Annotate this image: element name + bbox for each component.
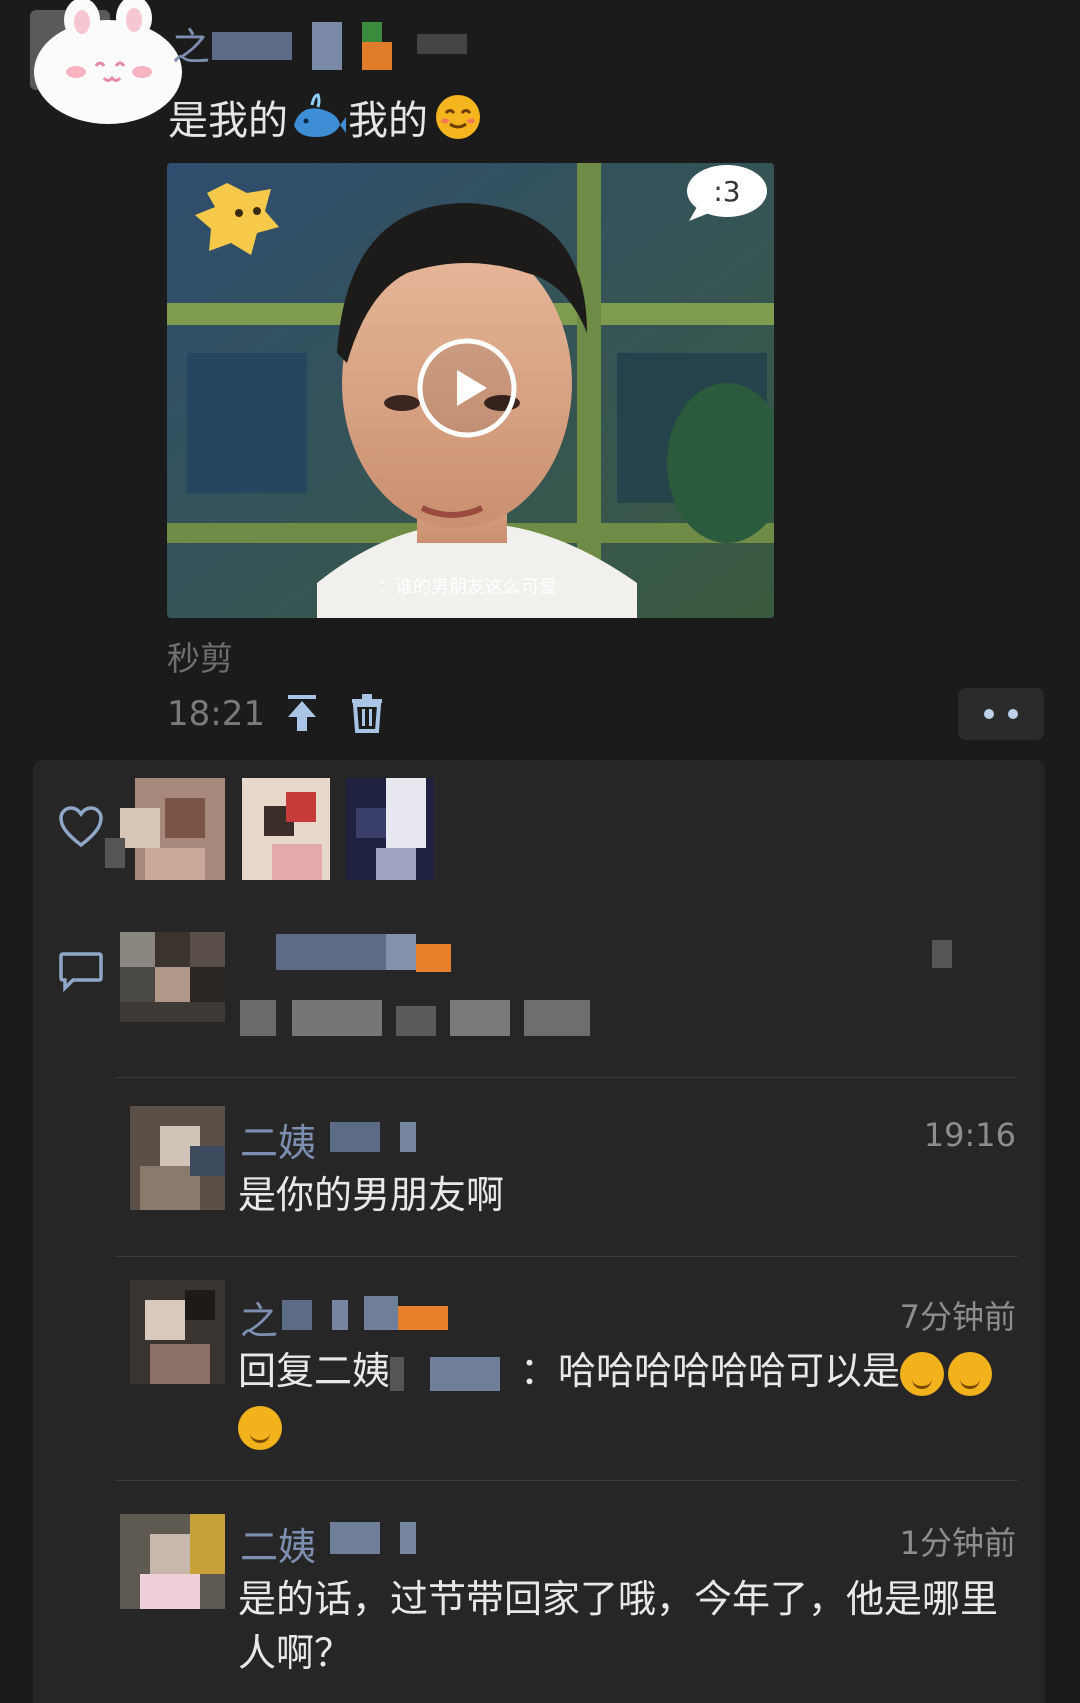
comment-time: 19:16 bbox=[923, 1116, 1016, 1154]
smiling-face-emoji-icon bbox=[430, 91, 486, 143]
speech-bubble-icon bbox=[57, 950, 105, 994]
comment-text[interactable]: 回复二姨 ：哈哈哈哈哈哈可以是 bbox=[238, 1344, 1018, 1452]
liker-avatar[interactable] bbox=[105, 778, 225, 880]
source-label[interactable]: 秒剪 bbox=[167, 632, 233, 680]
thinking-face-emoji-icon bbox=[900, 1351, 945, 1396]
liker-avatar[interactable] bbox=[346, 778, 434, 880]
commenter-avatar[interactable] bbox=[130, 1280, 225, 1384]
liker-avatar[interactable] bbox=[242, 778, 330, 880]
comment-text[interactable]: 是你的男朋友啊 bbox=[238, 1168, 504, 1222]
whale-emoji-icon bbox=[290, 91, 346, 143]
author-name-text: 之 bbox=[172, 25, 211, 69]
comment-time: 1分钟前 bbox=[899, 1524, 1016, 1562]
comment-text[interactable]: 是的话，过节带回家了哦，今年了，他是哪里人啊？ bbox=[238, 1572, 1018, 1680]
post-text-part1: 是我的 bbox=[168, 98, 288, 144]
commenter-name-blurred[interactable] bbox=[276, 934, 451, 972]
divider bbox=[115, 1077, 1018, 1078]
commenter-name-text: 二姨 bbox=[240, 1121, 317, 1165]
more-dot-icon bbox=[984, 709, 994, 719]
pin-to-top-icon[interactable] bbox=[284, 693, 320, 733]
commenter-name-blurred bbox=[282, 1296, 452, 1330]
delete-icon[interactable] bbox=[350, 693, 384, 733]
comment-time: 7分钟前 bbox=[899, 1298, 1016, 1336]
commenter-avatar[interactable] bbox=[130, 1106, 225, 1210]
divider bbox=[115, 1480, 1018, 1481]
commenter-name-blurred bbox=[330, 1122, 420, 1152]
post-text-part2: 我的 bbox=[348, 98, 428, 144]
more-actions-button[interactable] bbox=[958, 688, 1044, 740]
author-name-blurred bbox=[212, 22, 472, 70]
commenter-name[interactable]: 之 bbox=[240, 1290, 278, 1345]
post-text: 是我的 我的 bbox=[168, 88, 488, 146]
comment-text-blurred bbox=[240, 1000, 590, 1036]
post-time: 18:21 bbox=[167, 694, 265, 734]
post-author-name[interactable]: 之 bbox=[172, 16, 210, 71]
reply-text: ：哈哈哈哈哈哈可以是 bbox=[520, 1349, 901, 1393]
video-thumbnail[interactable]: :3 ：谁的男朋友这么可爱 bbox=[167, 163, 774, 618]
bunny-sticker-icon bbox=[34, 0, 182, 124]
commenter-name-text: 二姨 bbox=[240, 1525, 317, 1569]
thinking-face-emoji-icon bbox=[948, 1351, 993, 1396]
comment-time-blurred bbox=[932, 940, 952, 968]
commenter-avatar[interactable] bbox=[120, 1514, 225, 1609]
commenter-name[interactable]: 二姨 bbox=[240, 1516, 316, 1571]
play-button[interactable] bbox=[417, 338, 517, 438]
thinking-face-emoji-icon bbox=[238, 1405, 282, 1450]
divider bbox=[115, 1256, 1018, 1257]
heart-outline-icon bbox=[57, 805, 105, 849]
commenter-name-blurred bbox=[330, 1522, 420, 1554]
commenter-name-text: 之 bbox=[240, 1299, 279, 1343]
commenter-avatar[interactable] bbox=[120, 932, 225, 1022]
video-bubble-text: :3 bbox=[713, 175, 740, 208]
reply-prefix: 回复二姨 bbox=[238, 1349, 391, 1393]
commenter-name[interactable]: 二姨 bbox=[240, 1112, 316, 1167]
video-subtitle: ：谁的男朋友这么可爱 bbox=[377, 577, 557, 598]
reply-target-blurred bbox=[390, 1356, 520, 1391]
more-dot-icon bbox=[1008, 709, 1018, 719]
play-icon bbox=[417, 338, 517, 438]
